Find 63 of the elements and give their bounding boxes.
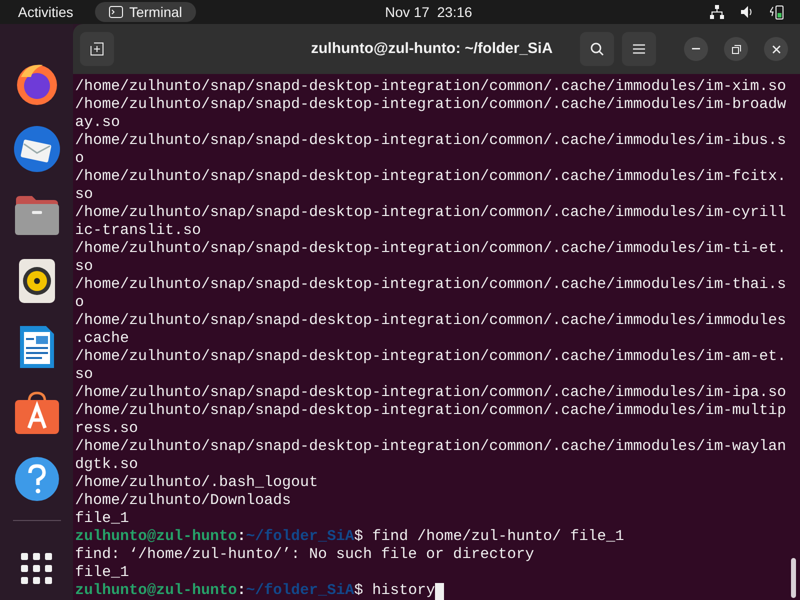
shopping-bag-icon[interactable] — [14, 390, 60, 436]
prompt-separator: : — [237, 528, 246, 546]
terminal-line: file_1 — [75, 510, 130, 528]
prompt-path: ~/folder_SiA — [246, 528, 354, 546]
speaker-icon[interactable] — [18, 258, 56, 304]
close-icon — [772, 44, 780, 54]
document-icon[interactable] — [18, 324, 56, 370]
network-icon[interactable] — [710, 5, 724, 19]
prompt-separator: : — [237, 582, 246, 600]
minimize-button[interactable] — [684, 37, 708, 61]
volume-icon[interactable] — [740, 5, 754, 19]
terminal-command: $ history — [354, 582, 436, 600]
terminal-line: /home/zulhunto/snap/snapd-desktop-integration/common/.cache/immodules/im-am-et. — [75, 348, 788, 366]
terminal-line: file_1 — [75, 564, 130, 582]
prompt-user-host: zulhunto@zul-hunto — [75, 582, 238, 600]
app-grid-icon[interactable] — [20, 553, 52, 585]
terminal-line: /home/zulhunto/snap/snapd-desktop-integration/common/.cache/immodules/immodules — [75, 312, 788, 330]
maximize-button[interactable] — [724, 37, 748, 61]
terminal-icon — [109, 6, 124, 18]
battery-icon[interactable] — [770, 4, 784, 20]
new-tab-icon — [90, 42, 104, 56]
terminal-line: ic-translit.so — [75, 222, 202, 240]
prompt-path: ~/folder_SiA — [246, 582, 354, 600]
activities-button[interactable]: Activities — [18, 2, 74, 22]
menu-icon — [633, 44, 645, 54]
terminal-line: /home/zulhunto/.bash_logout — [75, 474, 320, 492]
menu-button[interactable] — [622, 32, 656, 66]
help-icon[interactable] — [14, 456, 60, 502]
terminal-line: /home/zulhunto/Downloads — [75, 492, 292, 510]
terminal-line: dgtk.so — [75, 456, 140, 474]
new-tab-button[interactable] — [80, 32, 114, 66]
terminal-line: .cache — [75, 330, 130, 348]
terminal-line: find: ‘/home/zul-hunto/’: No such file or directory — [75, 546, 536, 564]
terminal-line: /home/zulhunto/snap/snapd-desktop-integration/common/.cache/immodules/im-ti-et. — [75, 240, 788, 258]
window-title: zulhunto@zul-hunto: ~/folder_SiA — [311, 38, 553, 59]
terminal-line: so — [75, 366, 94, 384]
terminal-line: o — [75, 150, 86, 168]
search-button[interactable] — [580, 32, 614, 66]
minimize-icon — [692, 48, 700, 50]
terminal-line: ay.so — [75, 114, 122, 132]
terminal-line: /home/zulhunto/snap/snapd-desktop-integration/common/.cache/immodules/im-broadw — [75, 96, 788, 114]
app-menu-button[interactable]: Terminal — [95, 2, 196, 22]
search-icon — [590, 42, 604, 56]
terminal-line: so — [75, 186, 94, 204]
terminal-line: o — [75, 294, 86, 312]
clock[interactable]: Nov 17 23:16 — [385, 2, 472, 22]
terminal-line: /home/zulhunto/snap/snapd-desktop-integration/common/.cache/immodules/im-cyrill — [75, 204, 788, 222]
terminal-line: /home/zulhunto/snap/snapd-desktop-integration/common/.cache/immodules/im-fcitx. — [75, 168, 788, 186]
scrollbar-thumb[interactable] — [791, 558, 796, 598]
terminal-command: $ find /home/zul-hunto/ file_1 — [354, 528, 624, 546]
close-button[interactable] — [764, 37, 788, 61]
terminal-line: /home/zulhunto/snap/snapd-desktop-integration/common/.cache/immodules/im-multip — [75, 402, 788, 420]
terminal-line: /home/zulhunto/snap/snapd-desktop-integration/common/.cache/immodules/im-ipa.so — [75, 384, 788, 402]
terminal-line: so — [75, 258, 94, 276]
prompt-user-host: zulhunto@zul-hunto — [75, 528, 238, 546]
terminal-line: /home/zulhunto/snap/snapd-desktop-integration/common/.cache/immodules/im-thai.s — [75, 276, 788, 294]
terminal-line: /home/zulhunto/snap/snapd-desktop-integration/common/.cache/immodules/im-xim.so — [75, 78, 788, 96]
bird-envelope-icon[interactable] — [12, 124, 62, 174]
restore-icon — [732, 44, 740, 54]
terminal-line: /home/zulhunto/snap/snapd-desktop-integration/common/.cache/immodules/im-ibus.s — [75, 132, 788, 150]
terminal-line: ress.so — [75, 420, 140, 438]
terminal-line: /home/zulhunto/snap/snapd-desktop-integration/common/.cache/immodules/im-waylan — [75, 438, 788, 456]
folder-icon[interactable] — [14, 194, 60, 236]
